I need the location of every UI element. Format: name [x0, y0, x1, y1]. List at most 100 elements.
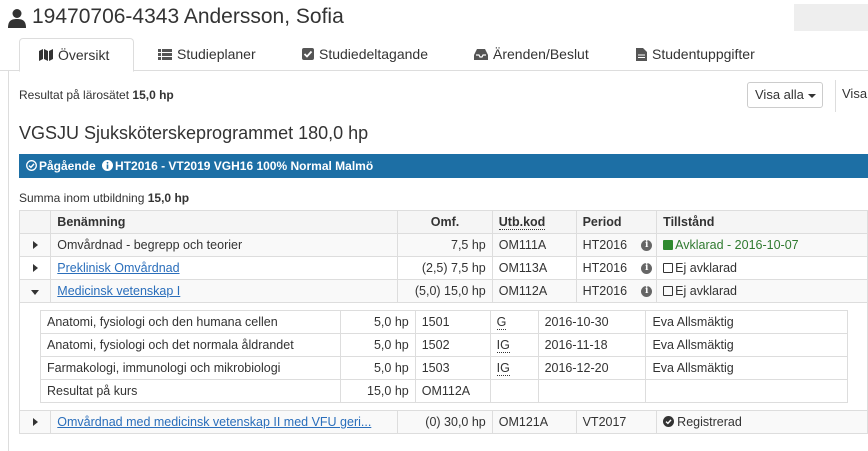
header-period[interactable]: Period	[575, 210, 658, 234]
tab-studiedeltagande[interactable]: Studiedeltagande	[302, 38, 428, 71]
course-link[interactable]: Omvårdnad med medicinsk vetenskap II med…	[57, 415, 371, 429]
header-utbkod[interactable]: Utb.kod	[491, 210, 577, 234]
module-row: Anatomi, fysiologi och den humana cellen…	[40, 310, 848, 334]
page-header: 19470706-4343 Andersson, Sofia	[0, 0, 868, 38]
expand-toggle[interactable]	[18, 256, 52, 280]
info-icon[interactable]: i	[641, 240, 653, 251]
module-examiner	[645, 379, 848, 403]
divider	[835, 80, 836, 112]
empty-square-icon	[663, 263, 674, 273]
table-row[interactable]: Medicinsk vetenskap I (5,0) 15,0 hp OM11…	[18, 279, 868, 303]
course-link[interactable]: Medicinsk vetenskap I	[57, 284, 180, 298]
module-date: 2016-12-20	[537, 356, 647, 380]
module-date	[537, 379, 647, 403]
module-omf: 5,0 hp	[339, 356, 416, 380]
module-code: 1502	[414, 333, 491, 357]
expand-toggle[interactable]	[18, 233, 52, 257]
course-omf: 7,5 hp	[397, 233, 493, 257]
empty-square-icon	[663, 286, 674, 296]
state-text: Ej avklarad	[675, 261, 738, 275]
header-omf[interactable]: Omf.	[397, 210, 493, 234]
result-label: Resultat på lärosätet	[19, 88, 130, 102]
caret-down-icon	[807, 93, 816, 98]
module-name: Anatomi, fysiologi och det normala åldra…	[40, 333, 341, 357]
module-name: Anatomi, fysiologi och den humana cellen	[40, 310, 341, 334]
map-icon	[39, 49, 53, 62]
module-row: Farmakologi, immunologi och mikrobiologi…	[40, 356, 848, 380]
tab-studieplaner[interactable]: Studieplaner	[158, 38, 256, 71]
table-header-row: Benämning Omf. Utb.kod Period Tillstånd	[18, 210, 868, 234]
inbox-icon	[474, 48, 488, 60]
module-date: 2016-11-18	[537, 333, 647, 357]
module-table: Anatomi, fysiologi och den humana cellen…	[40, 310, 848, 403]
course-link[interactable]: Preklinisk Omvårdnad	[57, 261, 179, 275]
module-code: 1503	[414, 356, 491, 380]
info-icon[interactable]: i	[641, 286, 653, 297]
module-row: Anatomi, fysiologi och det normala åldra…	[40, 333, 848, 357]
result-value: 15,0 hp	[132, 88, 174, 102]
passed-square-icon	[663, 240, 674, 250]
header-search-box[interactable]	[794, 4, 868, 31]
module-name: Resultat på kurs	[40, 379, 341, 403]
tab-arenden-beslut[interactable]: Ärenden/Beslut	[474, 38, 589, 71]
caret-right-icon	[32, 264, 38, 272]
collapse-toggle[interactable]	[18, 279, 52, 303]
course-code: OM121A	[491, 410, 577, 434]
summa-label: Summa inom utbildning	[19, 191, 145, 205]
check-square-icon	[302, 48, 314, 61]
tab-oversikt[interactable]: Översikt	[19, 38, 134, 72]
caret-down-icon	[31, 290, 40, 295]
visa-button[interactable]: Visa	[842, 82, 867, 108]
module-grade: IG	[489, 356, 539, 380]
state-text: Avklarad - 2016-10-07	[675, 238, 799, 252]
state-text: Registrerad	[677, 415, 742, 429]
tab-label: Ärenden/Beslut	[493, 46, 589, 62]
status-detail: HT2016 - VT2019 VGH16 100% Normal Malmö	[115, 159, 374, 173]
course-code: OM112A	[491, 279, 577, 303]
info-icon[interactable]: i	[641, 263, 653, 274]
module-omf: 5,0 hp	[339, 310, 416, 334]
course-state: Avklarad - 2016-10-07	[656, 233, 868, 257]
course-name: Omvårdnad - begrepp och teorier	[50, 233, 399, 257]
course-table: Benämning Omf. Utb.kod Period Tillstånd …	[18, 210, 868, 434]
student-title: 19470706-4343 Andersson, Sofia	[32, 5, 344, 28]
check-circle-icon	[663, 416, 675, 427]
course-period: HT2016 i	[575, 233, 658, 257]
module-omf: 15,0 hp	[339, 379, 416, 403]
list-icon	[158, 48, 172, 60]
program-status-bar[interactable]: Pågående HT2016 - VT2019 VGH16 100% Norm…	[19, 154, 868, 178]
check-circle-icon	[26, 160, 37, 172]
course-period: VT2017	[575, 410, 658, 434]
expanded-details-row: Anatomi, fysiologi och den humana cellen…	[19, 302, 868, 411]
info-icon	[102, 160, 114, 172]
course-state: Registrerad	[656, 410, 868, 434]
table-row[interactable]: Preklinisk Omvårdnad (2,5) 7,5 hp OM113A…	[18, 256, 868, 280]
grade-text: G	[496, 315, 507, 330]
course-period: HT2016 i	[575, 256, 658, 280]
expand-toggle[interactable]	[18, 410, 52, 434]
tab-label: Studiedeltagande	[319, 46, 428, 62]
visa-alla-dropdown[interactable]: Visa alla	[747, 82, 823, 108]
tab-bar: Översikt Studieplaner Studiedeltagande Ä…	[0, 38, 868, 72]
module-code: 1501	[414, 310, 491, 334]
status-label: Pågående	[39, 159, 96, 173]
table-row[interactable]: Omvårdnad - begrepp och teorier 7,5 hp O…	[18, 233, 868, 257]
header-tillstand[interactable]: Tillstånd	[656, 210, 868, 234]
module-examiner: Eva Allsmäktig	[645, 356, 848, 380]
course-omf: (5,0) 15,0 hp	[397, 279, 493, 303]
period-text: HT2016	[582, 261, 628, 275]
caret-right-icon	[32, 418, 38, 426]
header-benamning[interactable]: Benämning	[50, 210, 399, 234]
course-name: Omvårdnad med medicinsk vetenskap II med…	[50, 410, 399, 434]
course-state: Ej avklarad	[656, 279, 868, 303]
period-text: HT2016	[582, 284, 628, 298]
table-row[interactable]: Omvårdnad med medicinsk vetenskap II med…	[18, 410, 868, 434]
visa-alla-label: Visa alla	[755, 87, 804, 102]
grade-text: IG	[496, 338, 510, 353]
course-code: OM111A	[491, 233, 577, 257]
module-examiner: Eva Allsmäktig	[645, 310, 848, 334]
tab-studentuppgifter[interactable]: Studentuppgifter	[636, 38, 755, 71]
caret-right-icon	[32, 241, 38, 249]
course-omf: (2,5) 7,5 hp	[397, 256, 493, 280]
module-row: Resultat på kurs 15,0 hp OM112A	[40, 379, 848, 403]
